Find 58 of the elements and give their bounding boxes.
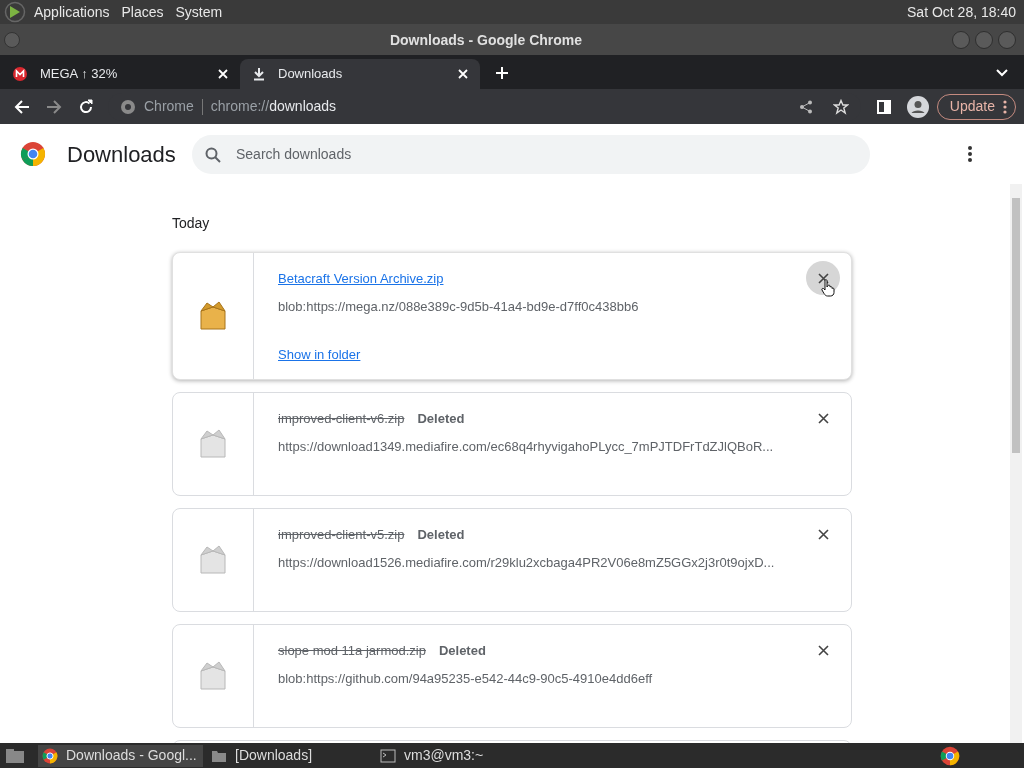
panel-menu[interactable]: System bbox=[175, 1, 223, 23]
file-name: improved-client-v5.zip bbox=[278, 526, 405, 545]
reload-icon[interactable] bbox=[78, 98, 94, 115]
mega-icon bbox=[12, 66, 28, 82]
folder-icon bbox=[211, 748, 227, 763]
close-icon bbox=[817, 644, 829, 656]
status-label: Deleted bbox=[438, 642, 486, 661]
source-url: https://download1349.mediafire.com/ec68q4rhyvigahoPLycc_7mPJTDFrTdZJlQBoR... bbox=[278, 438, 775, 456]
forward-icon[interactable] bbox=[46, 98, 62, 115]
source-url: blob:https://mega.nz/088e389c-9d5b-41a4-bd9e-d7ff0c438bb6 bbox=[278, 298, 640, 316]
search-icon bbox=[205, 146, 221, 163]
hand-cursor-icon bbox=[821, 279, 835, 297]
scrollbar-thumb[interactable] bbox=[1012, 198, 1020, 453]
section-heading: Today bbox=[172, 215, 210, 231]
chrome-tray-icon[interactable] bbox=[940, 745, 960, 766]
status-label: Deleted bbox=[417, 410, 465, 429]
share-icon[interactable] bbox=[798, 99, 813, 114]
close-icon bbox=[817, 412, 829, 424]
close-icon bbox=[817, 528, 829, 540]
taskbar-button[interactable]: [Downloads] bbox=[207, 744, 372, 767]
chrome-logo-icon bbox=[20, 141, 46, 167]
taskbar-button[interactable]: vm3@vm3:~ bbox=[376, 744, 541, 767]
status-label: Deleted bbox=[417, 526, 465, 545]
close-tab-icon[interactable] bbox=[458, 69, 468, 79]
window-title: Downloads - Google Chrome bbox=[389, 31, 583, 48]
chrome-icon bbox=[42, 747, 58, 764]
show-desktop-icon[interactable] bbox=[4, 746, 26, 765]
chevron-down-icon[interactable] bbox=[996, 69, 1008, 77]
file-name: improved-client-v6.zip bbox=[278, 410, 405, 429]
clock[interactable]: Sat Oct 28, 18:40 bbox=[907, 1, 1020, 23]
panel-menu[interactable]: Applications bbox=[34, 1, 110, 23]
file-name[interactable]: Betacraft Version Archive.zip bbox=[278, 269, 444, 289]
file-name: slope mod 11a jarmod.zip bbox=[278, 642, 426, 661]
close-tab-icon[interactable] bbox=[218, 69, 228, 79]
taskbar-button[interactable]: Downloads - Googl... bbox=[38, 744, 203, 767]
back-icon[interactable] bbox=[14, 98, 30, 115]
terminal-icon bbox=[380, 748, 396, 763]
more-options-icon[interactable] bbox=[968, 146, 972, 162]
page-title: Downloads bbox=[67, 140, 177, 169]
side-panel-icon[interactable] bbox=[876, 99, 891, 114]
close-icon bbox=[817, 272, 829, 284]
bookmark-star-icon[interactable] bbox=[832, 98, 849, 115]
site-label: Chrome bbox=[144, 97, 194, 116]
chrome-icon bbox=[120, 98, 136, 115]
menu-logo-icon[interactable] bbox=[4, 1, 26, 23]
new-tab-icon[interactable] bbox=[495, 66, 509, 80]
url-text: chrome://downloads bbox=[210, 97, 337, 116]
download-icon bbox=[252, 67, 266, 81]
scrollbar[interactable] bbox=[1010, 184, 1022, 743]
source-url: https://download1526.mediafire.com/r29klu2xcbaga4PR2V06e8mZ5GGx2j3r0t9ojxD... bbox=[278, 554, 776, 572]
show-in-folder-link[interactable]: Show in folder bbox=[278, 344, 361, 364]
profile-avatar-icon[interactable] bbox=[906, 95, 929, 118]
panel-menu[interactable]: Places bbox=[121, 1, 164, 23]
source-url: blob:https://github.com/94a95235-e542-44c9-90c5-4910e4dd6eff bbox=[278, 670, 654, 688]
menu-dots-icon bbox=[1003, 99, 1007, 114]
search-field[interactable]: Search downloads bbox=[192, 134, 870, 174]
browser-tab[interactable]: Downloads bbox=[240, 59, 480, 89]
browser-tab[interactable]: MEGA ↑ 32% bbox=[0, 59, 240, 89]
